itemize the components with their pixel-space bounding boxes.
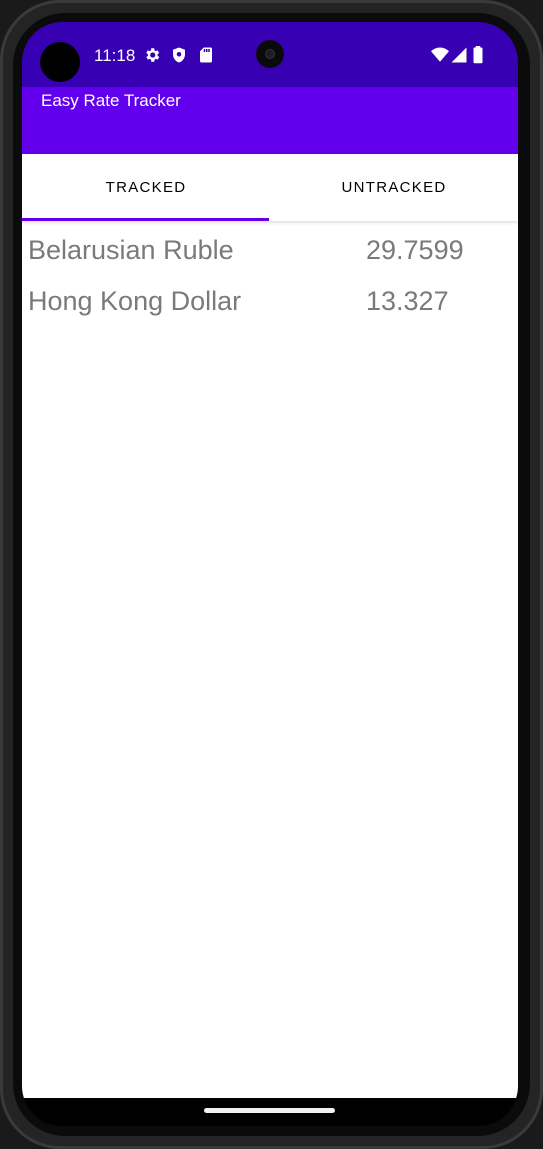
tab-selected-indicator <box>22 218 269 221</box>
tab-tracked-label: TRACKED <box>105 179 187 196</box>
tab-untracked[interactable]: UNTRACKED <box>270 154 518 221</box>
battery-icon <box>473 46 483 64</box>
cell-signal-icon <box>451 47 467 63</box>
front-camera-icon <box>256 40 284 68</box>
list-item[interactable]: Belarusian Ruble 29.7599 <box>22 228 518 279</box>
tab-untracked-label: UNTRACKED <box>341 179 447 196</box>
list-item[interactable]: Hong Kong Dollar 13.327 <box>22 279 518 330</box>
navigation-bar <box>22 1098 518 1126</box>
currency-name: Belarusian Ruble <box>28 235 234 265</box>
status-time: 11:18 <box>94 46 136 65</box>
tab-tracked[interactable]: TRACKED <box>22 154 270 221</box>
currency-rate: 13.327 <box>366 286 449 316</box>
wifi-icon <box>431 47 449 62</box>
rate-list: Belarusian Ruble 29.7599 Hong Kong Dolla… <box>22 228 518 330</box>
front-sensor <box>40 42 80 82</box>
home-gesture-handle[interactable] <box>204 1108 335 1113</box>
currency-name: Hong Kong Dollar <box>28 286 242 316</box>
shield-icon <box>173 47 185 63</box>
gear-icon <box>146 48 160 62</box>
status-bar: 11:18 <box>22 22 518 87</box>
app-bar: Easy Rate Tracker <box>22 87 518 154</box>
sd-card-icon <box>200 47 212 63</box>
main-content: TRACKED UNTRACKED Belarusian Ruble 29.75… <box>22 154 518 1098</box>
tab-bar: TRACKED UNTRACKED <box>22 154 518 221</box>
currency-rate: 29.7599 <box>366 235 464 265</box>
app-title: Easy Rate Tracker <box>41 91 181 110</box>
phone-screen: 11:18 Easy Rate Tracker TRACKED UNTRACKE… <box>22 22 518 1126</box>
